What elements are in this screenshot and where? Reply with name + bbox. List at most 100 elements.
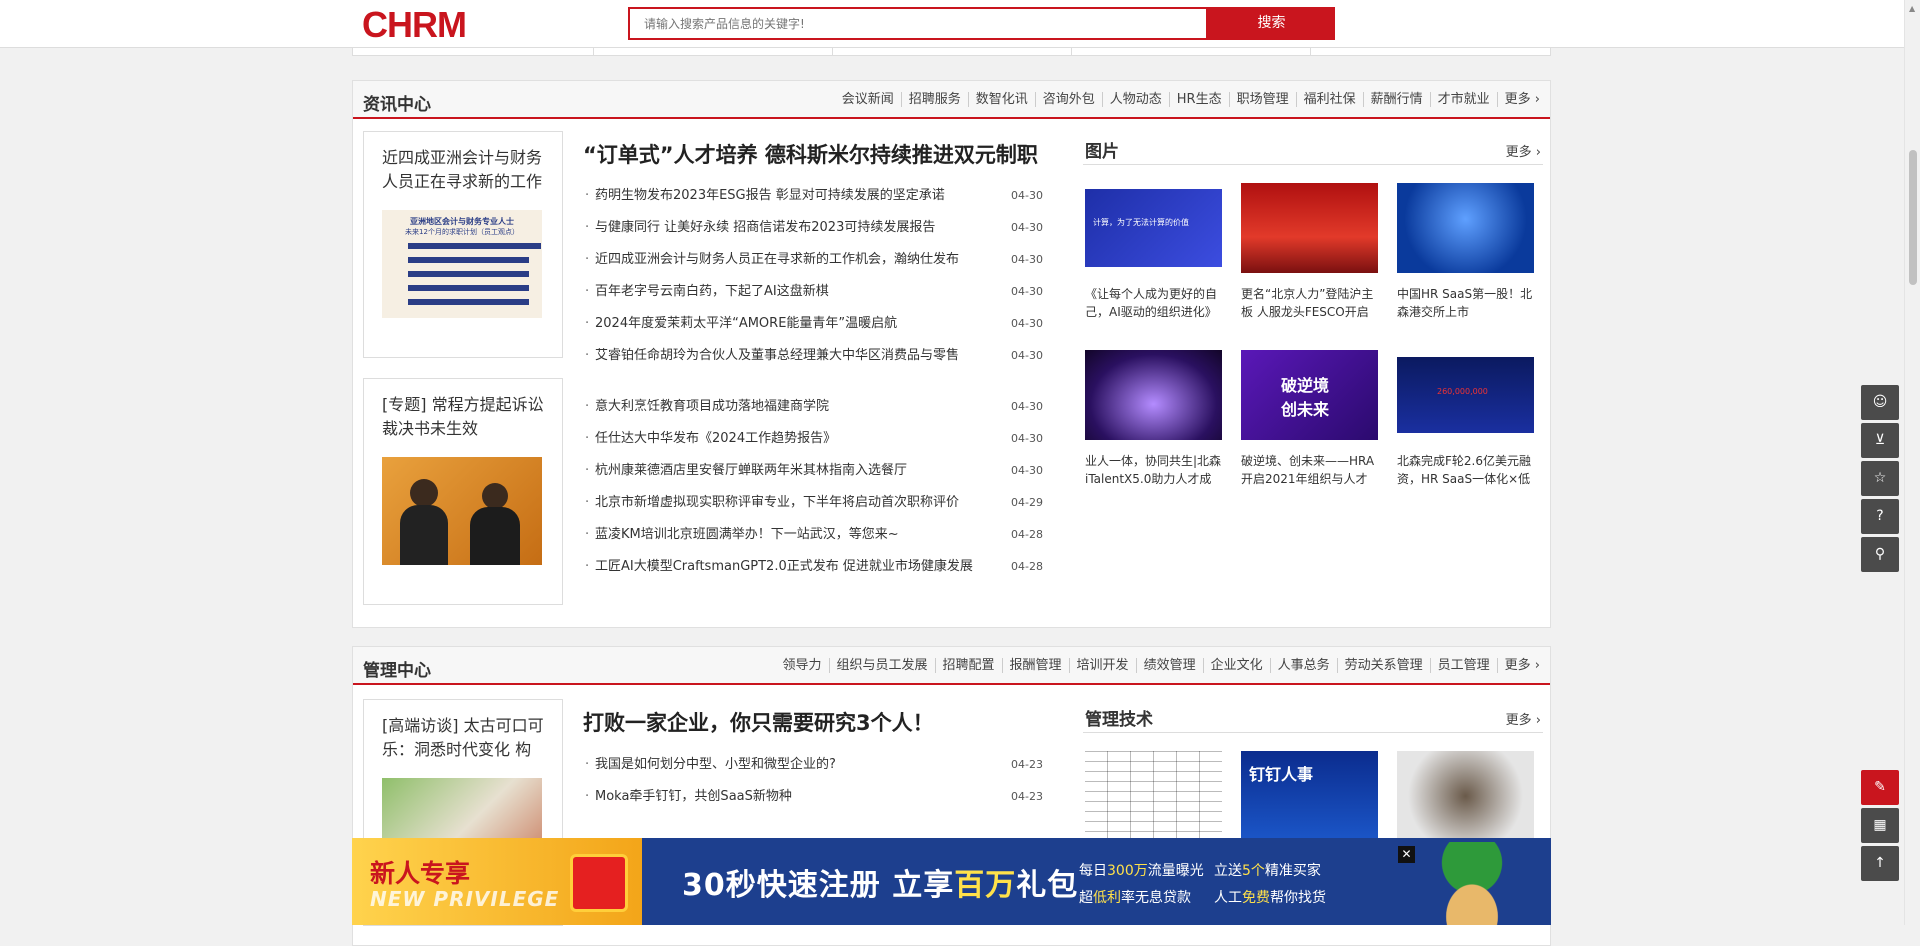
nav-item[interactable]: 薪酬行情	[1364, 92, 1431, 107]
photo-thumbnail[interactable]	[1085, 751, 1222, 841]
photo-caption[interactable]: 中国HR SaaS第一股！北森港交所上市	[1397, 285, 1534, 321]
page-scrollbar[interactable]: ▲	[1904, 0, 1920, 925]
user-icon[interactable]: ☺	[1861, 385, 1899, 420]
nav-item[interactable]: 报酬管理	[1003, 658, 1070, 673]
photo-thumbnail[interactable]	[1397, 183, 1534, 273]
photo-caption[interactable]: 《让每个人成为更好的自己，AI驱动的组织进化》	[1085, 285, 1222, 321]
nav-item[interactable]: 劳动关系管理	[1338, 658, 1431, 673]
nav-item[interactable]: 咨询外包	[1036, 92, 1103, 107]
photo-item[interactable]: 破逆境 创未来 破逆境、创未来——HRA开启2021年组织与人才发	[1241, 350, 1378, 488]
news-title[interactable]: 北京市新增虚拟现实职称评审专业，下半年将启动首次职称评价	[595, 487, 990, 519]
news-title[interactable]: 任仕达大中华发布《2024工作趋势报告》	[595, 423, 990, 455]
photo-item[interactable]: 钉钉人事	[1241, 751, 1378, 841]
photo-item[interactable]: 260,000,000 北森完成F轮2.6亿美元融资，HR SaaS一体化×低代	[1397, 350, 1534, 488]
news-title[interactable]: 百年老字号云南白药，下起了AI这盘新棋	[595, 276, 990, 308]
nav-item[interactable]: 会议新闻	[835, 92, 902, 107]
nav-item[interactable]: 才市就业	[1431, 92, 1498, 107]
nav-item[interactable]: 福利社保	[1297, 92, 1364, 107]
photo-thumbnail[interactable]	[1241, 183, 1378, 273]
more-link[interactable]: 更多 ›	[1506, 141, 1541, 160]
nav-item[interactable]: 培训开发	[1070, 658, 1137, 673]
photo-thumbnail[interactable]: 破逆境 创未来	[1241, 350, 1378, 440]
help-icon[interactable]: ?	[1861, 499, 1899, 534]
qrcode-icon[interactable]: ▦	[1861, 808, 1899, 843]
news-title[interactable]: 意大利烹饪教育项目成功落地福建商学院	[595, 391, 990, 423]
list-item[interactable]: 近四成亚洲会计与财务人员正在寻求新的工作机会，瀚纳仕发布 04-30	[583, 244, 1043, 276]
scroll-up-icon[interactable]: ▲	[1909, 4, 1915, 13]
close-icon[interactable]: ✕	[1398, 846, 1415, 863]
news-title[interactable]: 近四成亚洲会计与财务人员正在寻求新的工作机会，瀚纳仕发布	[595, 244, 990, 276]
nav-item[interactable]: 绩效管理	[1137, 658, 1204, 673]
edit-icon[interactable]: ✎	[1861, 770, 1899, 805]
news-title[interactable]: 与健康同行 让美好永续 招商信诺发布2023可持续发展报告	[595, 212, 990, 244]
headline-link[interactable]: 打败一家企业，你只需要研究3个人！	[583, 707, 934, 737]
photo-item[interactable]	[1085, 751, 1222, 841]
list-item[interactable]: 艾睿铂任命胡玲为合伙人及董事总经理兼大中华区消费品与零售 04-30	[583, 340, 1043, 372]
photo-item[interactable]: 更名“北京人力”登陆沪主板 人服龙头FESCO开启	[1241, 183, 1378, 321]
feature-thumbnail[interactable]	[382, 457, 542, 565]
more-link[interactable]: 更多 ›	[1498, 92, 1540, 107]
list-item[interactable]: 蓝凌KM培训北京班圆满举办！下一站武汉，等您来~ 04-28	[583, 519, 1043, 551]
nav-item[interactable]: 人事总务	[1271, 658, 1338, 673]
news-title[interactable]: 工匠AI大模型CraftsmanGPT2.0正式发布 促进就业市场健康发展	[595, 551, 990, 583]
feature-card[interactable]: 近四成亚洲会计与财务人员正在寻求新的工作 亚洲地区会计与财务专业人士 未来12个…	[363, 131, 563, 358]
photo-thumbnail[interactable]: 钉钉人事	[1241, 751, 1378, 841]
scroll-thumb[interactable]	[1909, 150, 1917, 285]
photo-thumbnail[interactable]	[1085, 350, 1222, 440]
news-title[interactable]: 杭州康莱德酒店里安餐厅蝉联两年米其林指南入选餐厅	[595, 455, 990, 487]
news-title[interactable]: 药明生物发布2023年ESG报告 彰显对可持续发展的坚定承诺	[595, 180, 990, 212]
feature-card[interactable]: [专题] 常程方提起诉讼裁决书未生效	[363, 378, 563, 605]
photo-thumbnail[interactable]: 计算，为了无法计算的价值	[1085, 189, 1222, 267]
photo-item[interactable]	[1397, 751, 1534, 841]
list-item[interactable]: 工匠AI大模型CraftsmanGPT2.0正式发布 促进就业市场健康发展 04-…	[583, 551, 1043, 583]
news-title[interactable]: 我国是如何划分中型、小型和微型企业的?	[595, 749, 990, 781]
feature-title[interactable]: 近四成亚洲会计与财务人员正在寻求新的工作	[382, 146, 544, 196]
list-item[interactable]: Moka牵手钉钉，共创SaaS新物种 04-23	[583, 781, 1043, 813]
list-item[interactable]: 北京市新增虚拟现实职称评审专业，下半年将启动首次职称评价 04-29	[583, 487, 1043, 519]
list-item[interactable]: 杭州康莱德酒店里安餐厅蝉联两年米其林指南入选餐厅 04-30	[583, 455, 1043, 487]
location-icon[interactable]: ⚲	[1861, 537, 1899, 572]
list-item[interactable]: 与健康同行 让美好永续 招商信诺发布2023可持续发展报告 04-30	[583, 212, 1043, 244]
list-item[interactable]: 任仕达大中华发布《2024工作趋势报告》 04-30	[583, 423, 1043, 455]
photo-caption[interactable]: 破逆境、创未来——HRA开启2021年组织与人才发	[1241, 452, 1378, 488]
headline-link[interactable]: “订单式”人才培养 德科斯米尔持续推进双元制职	[583, 139, 1038, 169]
nav-item[interactable]: 员工管理	[1431, 658, 1498, 673]
nav-item[interactable]: 人物动态	[1103, 92, 1170, 107]
news-title[interactable]: 艾睿铂任命胡玲为合伙人及董事总经理兼大中华区消费品与零售	[595, 340, 990, 372]
photo-caption[interactable]: 北森完成F轮2.6亿美元融资，HR SaaS一体化×低代	[1397, 452, 1534, 488]
list-item[interactable]: 意大利烹饪教育项目成功落地福建商学院 04-30	[583, 391, 1043, 423]
news-title[interactable]: 蓝凌KM培训北京班圆满举办！下一站武汉，等您来~	[595, 519, 990, 551]
list-item[interactable]: 药明生物发布2023年ESG报告 彰显对可持续发展的坚定承诺 04-30	[583, 180, 1043, 212]
photo-item[interactable]: 业人一体，协同共生|北森iTalentX5.0助力人才成功	[1085, 350, 1222, 488]
photo-thumbnail[interactable]	[1397, 751, 1534, 841]
nav-item[interactable]: 组织与员工发展	[830, 658, 936, 673]
nav-item[interactable]: 领导力	[775, 658, 830, 673]
nav-item[interactable]: 招聘配置	[936, 658, 1003, 673]
feature-title[interactable]: [高端访谈] 太古可口可乐：洞悉时代变化 构	[382, 714, 544, 764]
nav-item[interactable]: HR生态	[1170, 92, 1230, 107]
more-link[interactable]: 更多 ›	[1498, 658, 1540, 673]
star-icon[interactable]: ☆	[1861, 461, 1899, 496]
more-link[interactable]: 更多 ›	[1506, 709, 1541, 728]
photo-item[interactable]: 计算，为了无法计算的价值 《让每个人成为更好的自己，AI驱动的组织进化》	[1085, 183, 1222, 321]
list-item[interactable]: 百年老字号云南白药，下起了AI这盘新棋 04-30	[583, 276, 1043, 308]
photo-caption[interactable]: 更名“北京人力”登陆沪主板 人服龙头FESCO开启	[1241, 285, 1378, 321]
promo-banner[interactable]: 新人专享 NEW PRIVILEGE 30秒快速注册 立享百万礼包 每日300万…	[352, 838, 1551, 925]
search-input[interactable]	[630, 9, 1206, 38]
search-button[interactable]: 搜索	[1208, 7, 1335, 40]
nav-item[interactable]: 企业文化	[1204, 658, 1271, 673]
cart-icon[interactable]: ⊻	[1861, 423, 1899, 458]
list-item[interactable]: 我国是如何划分中型、小型和微型企业的? 04-23	[583, 749, 1043, 781]
photo-item[interactable]: 中国HR SaaS第一股！北森港交所上市	[1397, 183, 1534, 321]
nav-item[interactable]: 招聘服务	[902, 92, 969, 107]
feature-thumbnail[interactable]: 亚洲地区会计与财务专业人士 未来12个月的求职计划（员工观点）	[382, 210, 542, 318]
news-title[interactable]: Moka牵手钉钉，共创SaaS新物种	[595, 781, 990, 813]
site-logo[interactable]: CHRM	[362, 4, 467, 46]
nav-item[interactable]: 职场管理	[1230, 92, 1297, 107]
photo-caption[interactable]: 业人一体，协同共生|北森iTalentX5.0助力人才成功	[1085, 452, 1222, 488]
news-title[interactable]: 2024年度爱茉莉太平洋“AMORE能量青年”温暖启航	[595, 308, 990, 340]
nav-item[interactable]: 数智化讯	[969, 92, 1036, 107]
list-item[interactable]: 2024年度爱茉莉太平洋“AMORE能量青年”温暖启航 04-30	[583, 308, 1043, 340]
feature-title[interactable]: [专题] 常程方提起诉讼裁决书未生效	[382, 393, 544, 443]
photo-thumbnail[interactable]: 260,000,000	[1397, 357, 1534, 433]
